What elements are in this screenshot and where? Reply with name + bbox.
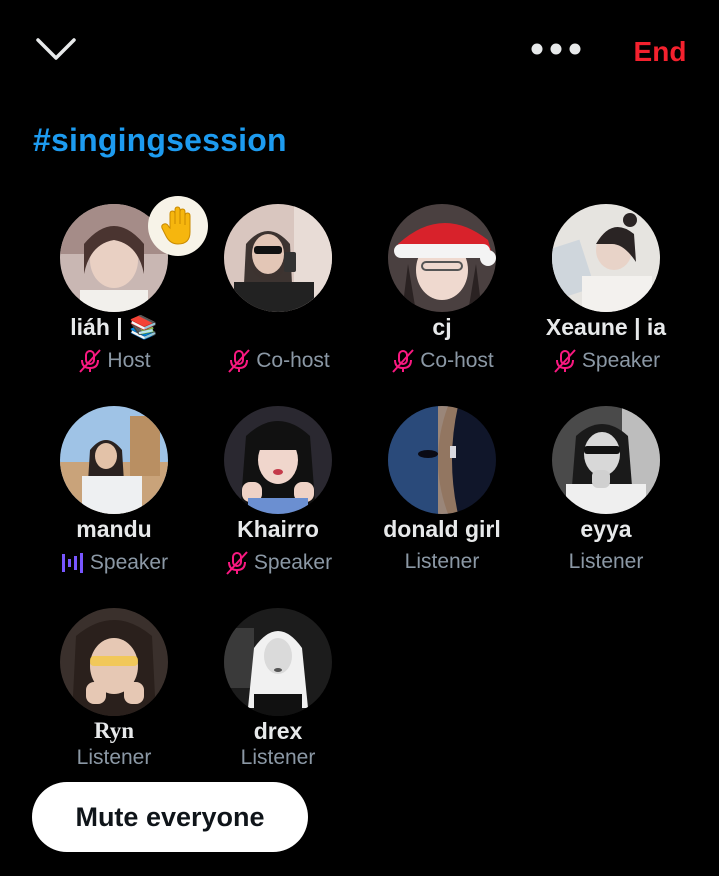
participant-name: Khairro [237, 516, 319, 542]
mute-everyone-button[interactable]: Mute everyone [32, 782, 308, 852]
participant-card[interactable]: Co-host [196, 198, 360, 388]
role-label: Listener [240, 746, 316, 769]
avatar [388, 204, 496, 312]
mic-off-icon [226, 551, 248, 575]
participant-name: donald girl [383, 516, 501, 542]
speaking-waveform-icon [61, 553, 83, 573]
participant-card[interactable]: mandu Speaker [32, 400, 196, 590]
participant-role: Listener [196, 746, 360, 770]
participant-role: Listener [524, 550, 688, 574]
participant-role: Listener [32, 746, 196, 770]
participant-role: Co-host [360, 348, 524, 374]
role-label: Listener [404, 550, 480, 573]
participant-card[interactable]: cj Co-host [360, 198, 524, 388]
participant-role: Co-host [196, 348, 360, 374]
participant-card[interactable]: eyya Listener [524, 400, 688, 590]
top-bar: End [0, 0, 719, 100]
raised-hand-icon [161, 206, 191, 245]
mic-off-icon [392, 349, 414, 373]
participant-name: eyya [580, 516, 632, 542]
participant-name: Xeaune | ia [545, 314, 667, 340]
participant-card[interactable]: Ryn Listener [32, 602, 196, 792]
more-button[interactable] [528, 30, 584, 70]
role-label: Host [107, 349, 151, 372]
role-label: Speaker [89, 551, 169, 574]
avatar [224, 204, 332, 312]
participant-name: liáh | 📚 [70, 314, 158, 340]
role-label: Listener [76, 746, 152, 769]
avatar [552, 204, 660, 312]
role-label: Co-host [256, 349, 330, 372]
participant-name: cj [432, 314, 452, 340]
participant-role: Host [32, 348, 196, 374]
participant-role: Speaker [196, 550, 360, 576]
mic-off-icon [79, 349, 102, 373]
participant-name: drex [253, 718, 303, 744]
avatar [60, 608, 168, 716]
avatar [224, 406, 332, 514]
participant-card[interactable]: Xeaune | ia Speaker [524, 198, 688, 388]
collapse-button[interactable] [34, 30, 78, 70]
space-title: #singingsession [33, 122, 287, 158]
role-label: Speaker [581, 349, 661, 372]
mic-off-icon [554, 349, 576, 373]
participant-role: Speaker [32, 550, 196, 576]
participant-name: Ryn [93, 718, 135, 743]
avatar [224, 608, 332, 716]
mic-off-icon [228, 349, 250, 373]
more-horizontal-icon [531, 43, 581, 55]
end-space-button[interactable]: End [620, 30, 700, 74]
participant-role: Speaker [524, 348, 688, 374]
chevron-down-icon [36, 38, 76, 60]
avatar [552, 406, 660, 514]
role-label: Co-host [420, 349, 494, 372]
role-label: Listener [568, 550, 644, 573]
participant-card[interactable]: donald girl Listener [360, 400, 524, 590]
avatar [388, 406, 496, 514]
participant-name: mandu [76, 516, 152, 542]
participant-role: Listener [360, 550, 524, 574]
role-label: Speaker [253, 551, 333, 574]
space-screen: End #singingsession liáh | 📚 Host Co-hos… [0, 0, 719, 876]
avatar [60, 406, 168, 514]
participant-card[interactable]: liáh | 📚 Host [32, 196, 208, 388]
participant-card[interactable]: Khairro Speaker [196, 400, 360, 590]
participant-card[interactable]: drex Listener [196, 602, 360, 792]
